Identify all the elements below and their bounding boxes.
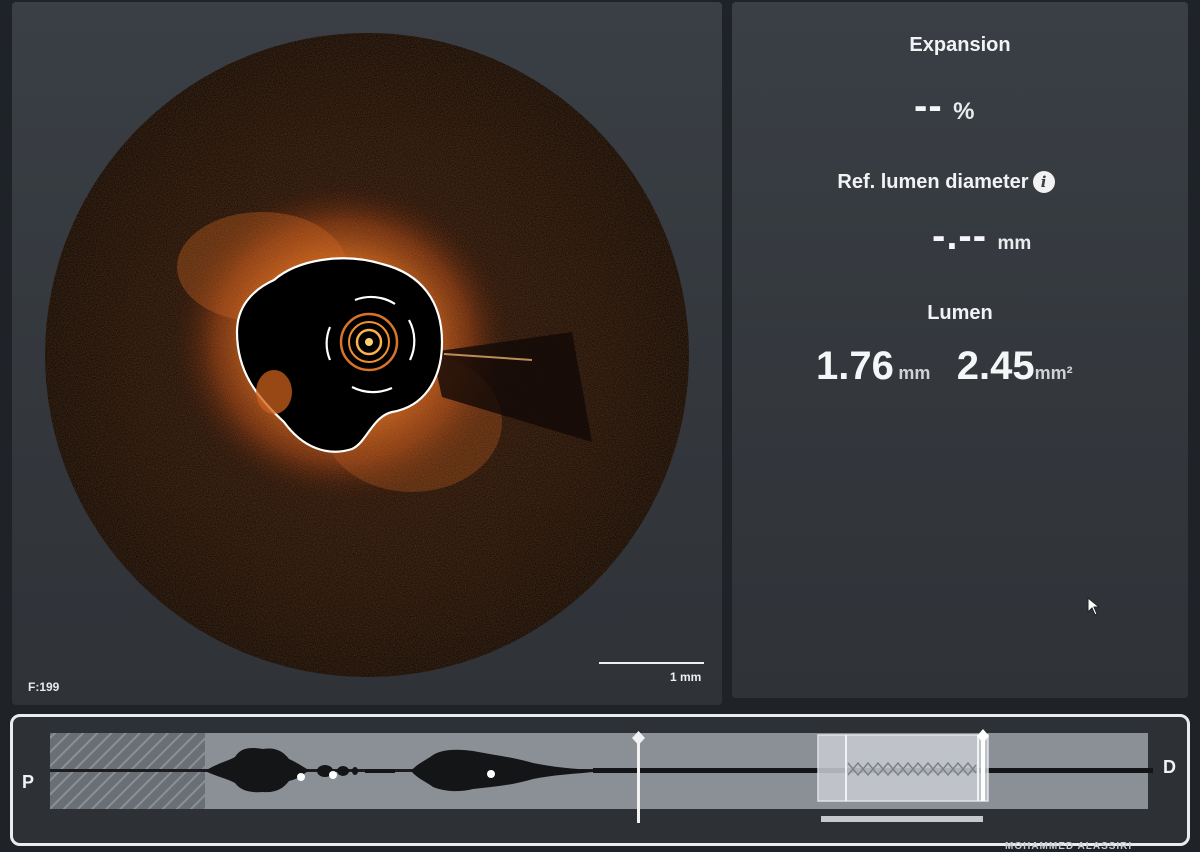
lumen-value-row: 1.76 mm 2.45mm²: [816, 344, 1073, 389]
ref-lumen-unit: mm: [997, 233, 1032, 254]
measurements-panel: Expansion -- % Ref. lumen diameter i -.--…: [732, 2, 1188, 698]
lumen-area-value: 2.45: [956, 344, 1035, 388]
lumen-diameter-value: 1.76: [816, 344, 894, 388]
expansion-title: Expansion: [909, 34, 1011, 56]
ref-lumen-value-row: -.-- mm: [932, 214, 1031, 259]
expansion-unit: %: [953, 98, 975, 125]
expansion-value-row: -- %: [914, 84, 974, 129]
stent-region-selection[interactable]: [817, 734, 989, 802]
proximal-end-label: P: [22, 772, 35, 792]
lumen-diameter-unit: mm: [898, 363, 931, 383]
expansion-value: --: [914, 84, 943, 128]
operator-name: MOHAMMED ALASSIRI: [1005, 841, 1133, 852]
frame-number: F:199: [28, 680, 60, 694]
scale-bar: [599, 662, 704, 664]
longitudinal-view-panel[interactable]: P D: [10, 714, 1190, 846]
info-icon[interactable]: i: [1032, 171, 1055, 193]
mouse-cursor-icon: [1087, 597, 1101, 616]
distal-end-label: D: [1163, 757, 1176, 777]
longitudinal-lumen-profile[interactable]: [13, 717, 1187, 843]
oct-cross-section[interactable]: [12, 2, 722, 705]
stent-range-bar[interactable]: [821, 816, 983, 822]
oct-image-panel[interactable]: F:199 1 mm: [12, 2, 722, 705]
lumen-area-unit: mm²: [1034, 363, 1073, 383]
ref-lumen-value: -.--: [932, 214, 988, 258]
ref-lumen-title: Ref. lumen diameter i: [718, 171, 1174, 194]
ref-lumen-title-text: Ref. lumen diameter: [837, 171, 1029, 193]
lumen-title: Lumen: [927, 302, 993, 324]
scale-bar-label: 1 mm: [670, 670, 702, 684]
